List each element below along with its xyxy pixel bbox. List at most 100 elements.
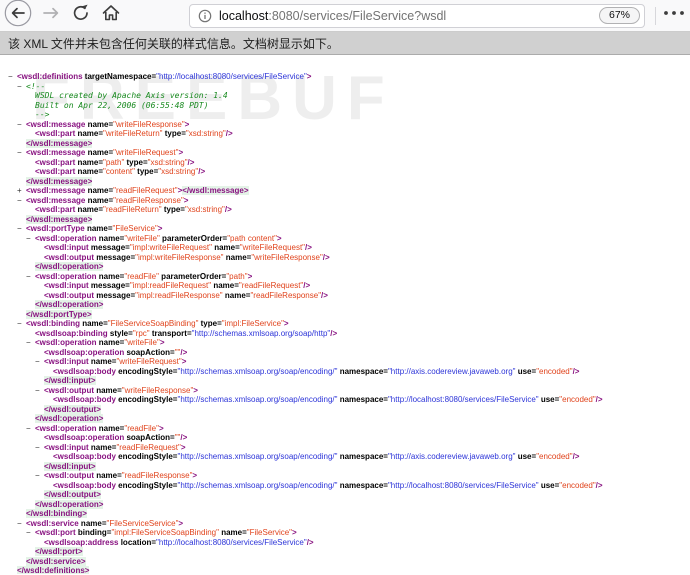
xml-attr-name: namespace= [337, 481, 387, 490]
back-button[interactable] [3, 1, 33, 31]
xml-attr-name: name= [75, 205, 103, 214]
xml-attr-url: "http://localhost:8080/services/FileServ… [156, 72, 307, 81]
xml-line: Built on Apr 22, 2006 (06:55:48 PDT) [8, 101, 690, 111]
xml-comment: <!-- [26, 82, 45, 91]
xml-line: +<wsdl:message name="readFileRequest"></… [8, 186, 690, 196]
xml-tag: <wsdl:binding [26, 319, 80, 328]
xml-tag: /> [303, 281, 310, 290]
xml-attr-name: namespace= [337, 367, 387, 376]
collapse-marker[interactable]: − [17, 148, 26, 158]
xml-tag: <wsdl:input [44, 357, 89, 366]
xml-tag: <wsdl:output [44, 386, 94, 395]
collapse-marker[interactable]: + [17, 186, 26, 196]
xml-line: −<wsdl:message name="writeFileResponse"> [8, 120, 690, 130]
xml-attr-value: "readFileResponse" [113, 196, 184, 205]
collapse-marker[interactable]: − [35, 471, 44, 481]
xml-line: <wsdl:part name="path" type="xsd:string"… [8, 158, 690, 168]
xml-attr-value: "encoded" [536, 367, 572, 376]
xml-attr-name: name= [223, 291, 251, 300]
xml-attr-name: name= [97, 338, 125, 347]
xml-tag: /> [321, 291, 328, 300]
xml-tag: /> [180, 433, 187, 442]
home-button[interactable] [101, 6, 121, 26]
xml-attr-value: "readFileRequest" [239, 281, 303, 290]
xml-attr-value: "impl:FileService" [222, 319, 284, 328]
xml-attr-name: targetNamespace= [83, 72, 157, 81]
collapse-marker[interactable]: − [26, 424, 35, 434]
xml-line: −<wsdl:input name="writeFileRequest"> [8, 357, 690, 367]
forward-icon [41, 3, 61, 28]
collapse-marker[interactable]: − [17, 196, 26, 206]
url-bar[interactable]: localhost:8080/services/FileService?wsdl… [189, 4, 645, 28]
collapse-marker[interactable]: − [17, 224, 26, 234]
xml-closing-tag: </wsdl:output> [44, 490, 101, 499]
xml-attr-url: "http://axis.codereview.javaweb.org" [388, 452, 516, 461]
collapse-marker[interactable]: − [26, 272, 35, 282]
xml-attr-name: name= [94, 386, 122, 395]
xml-line: WSDL created by Apache Axis version: 1.4 [8, 91, 690, 101]
browser-toolbar: localhost:8080/services/FileService?wsdl… [0, 0, 690, 32]
forward-button[interactable] [41, 6, 61, 26]
xml-closing-tag: </wsdl:input> [44, 462, 96, 471]
xml-attr-name: name= [75, 158, 103, 167]
xml-line: </wsdl:message> [8, 139, 690, 149]
xml-line: <wsdl:part name="writeFileReturn" type="… [8, 129, 690, 139]
xml-line: −<!-- [8, 82, 690, 92]
xml-attr-name: type= [162, 205, 185, 214]
collapse-marker[interactable]: − [26, 338, 35, 348]
overflow-menu-button[interactable] [660, 6, 690, 26]
collapse-marker[interactable]: − [17, 319, 26, 329]
xml-attr-name: message= [94, 291, 135, 300]
xml-tag: /> [330, 329, 337, 338]
xml-line: −<wsdl:output name="readFileResponse"> [8, 471, 690, 481]
xml-attr-name: encodingStyle= [116, 452, 178, 461]
collapse-marker[interactable]: − [17, 82, 26, 92]
xml-closing-tag: </wsdl:operation> [35, 414, 103, 423]
toolbar-separator [655, 7, 656, 25]
xml-tag: > [158, 224, 163, 233]
xml-attr-value: "impl:readFileRequest" [130, 281, 211, 290]
xml-closing-tag: </wsdl:output> [44, 405, 101, 414]
xml-tag: > [181, 443, 186, 452]
xml-attr-name: name= [211, 281, 239, 290]
xml-attr-value: "path" [226, 272, 247, 281]
collapse-marker[interactable]: − [35, 357, 44, 367]
collapse-marker[interactable]: − [35, 386, 44, 396]
xml-closing-tag: </wsdl:portType> [26, 310, 92, 319]
reload-button[interactable] [71, 6, 91, 26]
xml-attr-name: type= [198, 319, 221, 328]
xml-tag: <wsdl:service [26, 519, 79, 528]
collapse-marker[interactable]: − [35, 443, 44, 453]
xml-attr-name: name= [75, 167, 103, 176]
info-icon[interactable] [198, 9, 212, 23]
xml-attr-name: name= [97, 234, 125, 243]
xml-attr-name: name= [75, 129, 103, 138]
xml-attr-url: "http://schemas.xmlsoap.org/soap/encodin… [177, 481, 337, 490]
xml-line: </wsdl:message> [8, 177, 690, 187]
xml-line: <wsdl:input message="impl:readFileReques… [8, 281, 690, 291]
xml-line: −<wsdl:port binding="impl:FileServiceSoa… [8, 528, 690, 538]
xml-line: </wsdl:operation> [8, 262, 690, 272]
xml-line: <wsdl:input message="impl:writeFileReque… [8, 243, 690, 253]
xml-attr-url: "http://schemas.xmlsoap.org/soap/encodin… [177, 367, 337, 376]
xml-attr-name: encodingStyle= [116, 481, 178, 490]
xml-attr-value: "readFileRequest" [113, 186, 177, 195]
xml-closing-tag: </wsdl:message> [182, 186, 248, 195]
collapse-marker[interactable]: − [26, 528, 35, 538]
xml-attr-value: "encoded" [559, 395, 595, 404]
collapse-marker[interactable]: − [17, 519, 26, 529]
collapse-marker[interactable]: − [26, 234, 35, 244]
xml-tag: <wsdl:message [26, 186, 85, 195]
xml-tag: > [277, 234, 282, 243]
xml-line: −<wsdl:operation name="writeFile" parame… [8, 234, 690, 244]
collapse-marker[interactable]: − [17, 120, 26, 130]
xml-line: <wsdlsoap:operation soapAction=""/> [8, 433, 690, 443]
url-text[interactable]: localhost:8080/services/FileService?wsdl [219, 9, 599, 23]
xml-tag: <wsdlsoap:body [53, 481, 116, 490]
zoom-level-badge[interactable]: 67% [599, 7, 640, 25]
xml-attr-name: name= [97, 272, 125, 281]
collapse-marker[interactable]: − [8, 72, 17, 82]
xml-attr-name: use= [539, 481, 560, 490]
xml-attr-value: "readFileResponse" [122, 471, 193, 480]
xml-attr-value: "readFileRequest" [116, 443, 180, 452]
